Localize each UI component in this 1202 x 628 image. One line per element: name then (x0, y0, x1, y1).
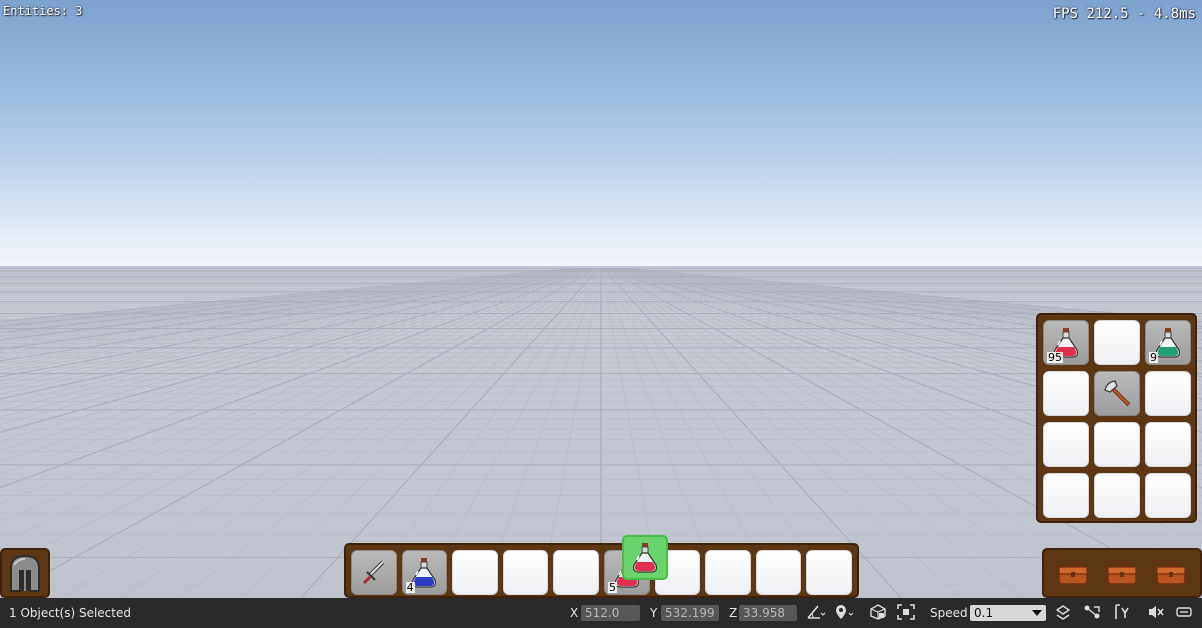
hotbar-slot[interactable]: 4 (401, 550, 448, 595)
inventory-slot[interactable] (1094, 422, 1140, 467)
hotbar-slot[interactable] (452, 550, 498, 595)
mute-icon[interactable] (1146, 602, 1166, 622)
item-count: 5 (607, 581, 617, 594)
y-label: Y (650, 606, 658, 620)
hotbar-slot[interactable] (502, 550, 549, 595)
inventory-slot[interactable] (1043, 473, 1089, 518)
focus-frame-icon[interactable] (896, 602, 916, 622)
hotbar-slot[interactable] (351, 550, 397, 595)
hotbar-slot[interactable] (755, 550, 802, 595)
hotbar-slot[interactable] (806, 550, 852, 595)
sky (0, 0, 1202, 268)
snap-angle-icon[interactable] (806, 602, 826, 622)
inventory-slot[interactable]: 9 (1145, 320, 1191, 365)
axe-icon (1101, 378, 1133, 410)
hotbar: 45 (344, 543, 859, 598)
item-count: 9 (1149, 351, 1158, 364)
bag-icon[interactable] (1154, 560, 1188, 586)
physics-tool-icon[interactable] (1113, 602, 1133, 622)
chevron-down-icon (1032, 610, 1042, 616)
inventory-slot[interactable] (1145, 422, 1191, 467)
inventory-panel: 95 9 (1036, 313, 1197, 523)
hotbar-slot[interactable] (553, 550, 599, 595)
selection-status: 1 Object(s) Selected (9, 606, 131, 620)
equipment-slot[interactable] (0, 548, 50, 598)
bag-icon[interactable] (1056, 560, 1090, 586)
speed-label: Speed (930, 606, 968, 620)
inventory-slot[interactable] (1094, 320, 1140, 365)
inventory-slot[interactable] (1145, 371, 1191, 416)
location-pin-icon[interactable] (834, 602, 854, 622)
fps-counter: FPS 212.5 - 4.8ms (1052, 6, 1196, 22)
inventory-slot[interactable] (1094, 371, 1140, 416)
inventory-slot[interactable] (1043, 422, 1089, 467)
3d-viewport[interactable]: Entities: 3 FPS 212.5 - 4.8ms 45 95 9 (0, 0, 1202, 598)
item-count: 4 (405, 581, 415, 594)
cube-view-icon[interactable] (868, 602, 888, 622)
hotbar-slot[interactable] (705, 550, 751, 595)
item-count: 95 (1047, 351, 1063, 364)
speed-value: 0.1 (974, 606, 994, 620)
bags-panel (1042, 548, 1202, 598)
y-coordinate-field[interactable]: 532.199 (661, 605, 719, 621)
x-label: X (570, 606, 579, 620)
inventory-slot[interactable]: 95 (1043, 320, 1089, 365)
entity-count: Entities: 3 (3, 4, 83, 18)
sword-icon (359, 558, 389, 588)
dragged-item[interactable] (622, 535, 668, 580)
z-coordinate-field[interactable]: 33.958 (739, 605, 797, 621)
inventory-slot[interactable] (1145, 473, 1191, 518)
inventory-slot[interactable] (1043, 371, 1089, 416)
x-coordinate-field[interactable]: 512.0 (581, 605, 640, 621)
bag-icon[interactable] (1105, 560, 1139, 586)
transform-gizmo-icon[interactable] (1053, 602, 1073, 622)
red-potion-icon (630, 542, 660, 574)
horizon-line (0, 266, 1202, 269)
pivot-tool-icon[interactable] (1082, 602, 1102, 622)
speed-dropdown[interactable]: 0.1 (970, 605, 1046, 621)
window-toggle-icon[interactable] (1174, 602, 1194, 622)
helmet-icon (10, 554, 40, 592)
z-label: Z (729, 606, 738, 620)
inventory-slot[interactable] (1094, 473, 1140, 518)
